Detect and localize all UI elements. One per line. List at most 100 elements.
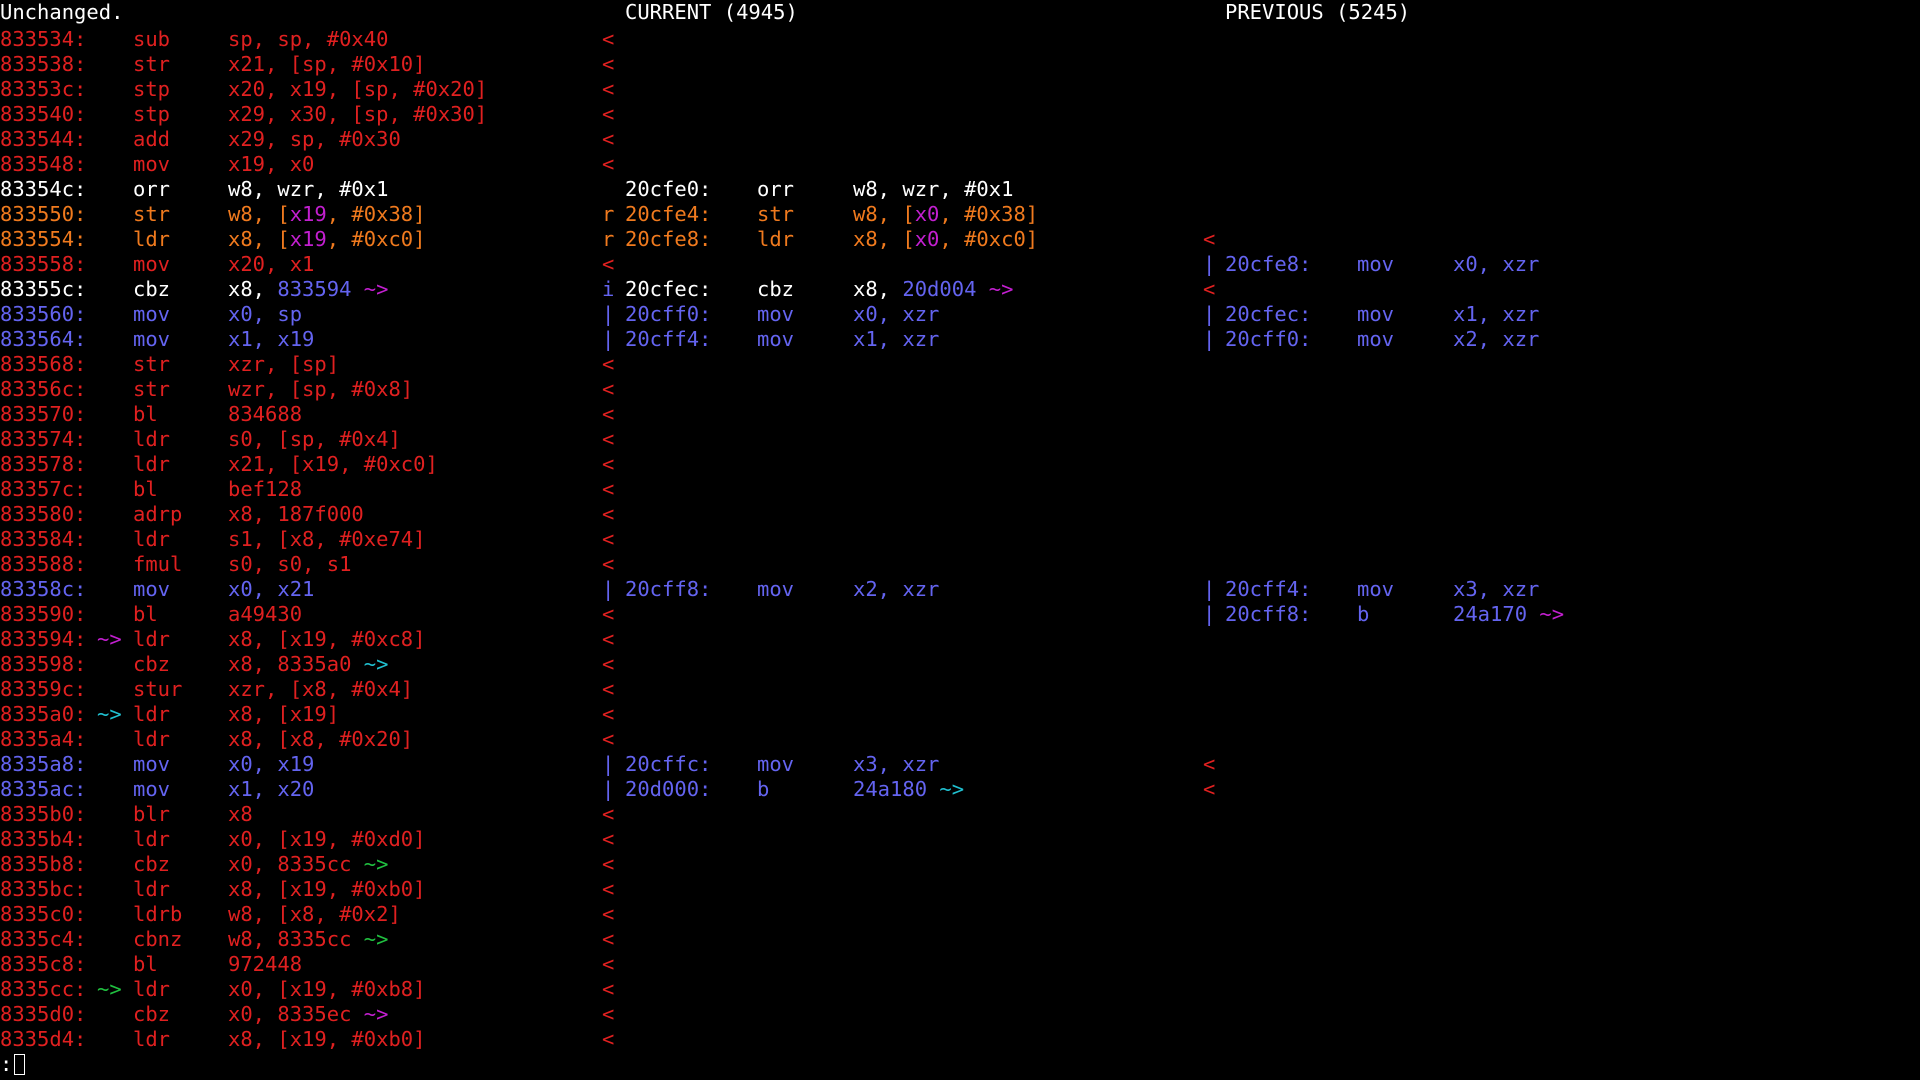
- operand-text: x0, xzr: [1453, 252, 1540, 276]
- current-diff-marker: <: [602, 627, 615, 651]
- operand-text: w8, 8335cc: [228, 927, 352, 951]
- original-instruction-address: 833578:: [0, 452, 87, 476]
- operand-highlight: ~>: [351, 277, 389, 301]
- diff-row: 8335bc: ldr x8, [x19, #0xb0] <: [0, 877, 1920, 902]
- current-diff-marker: i: [602, 277, 615, 301]
- original-instruction-mnemonic: stp: [133, 102, 171, 126]
- original-instruction-mnemonic: mov: [133, 152, 171, 176]
- original-instruction-mnemonic: mov: [133, 752, 171, 776]
- diff-row: 833588: fmul s0, s0, s1 <: [0, 552, 1920, 577]
- previous-instruction-operands: x3, xzr: [1453, 577, 1539, 602]
- current-diff-marker: <: [602, 402, 615, 426]
- operand-text: x20, x1: [228, 252, 315, 276]
- jump-target-arrow: ~>: [97, 627, 122, 651]
- operand-highlight: x19: [289, 202, 327, 226]
- jump-target-arrow: ~>: [97, 702, 122, 726]
- original-instruction-address: 833560:: [0, 302, 87, 326]
- original-instruction-mnemonic: add: [133, 127, 171, 151]
- operand-highlight: 20d004: [902, 277, 977, 301]
- operand-text: s0, [sp, #0x4]: [228, 427, 401, 451]
- previous-instruction-mnemonic: mov: [1357, 327, 1395, 351]
- operand-text: x21, [x19, #0xc0]: [228, 452, 438, 476]
- original-instruction-operands: x19, x0: [228, 152, 314, 177]
- previous-instruction-mnemonic: mov: [1357, 252, 1395, 276]
- original-instruction-mnemonic: ldr: [133, 427, 171, 451]
- previous-instruction-mnemonic: mov: [1357, 577, 1395, 601]
- current-diff-marker: |: [602, 302, 615, 326]
- original-instruction-mnemonic: stur: [133, 677, 183, 701]
- operand-text: x0, x21: [228, 577, 315, 601]
- operand-text: 972448: [228, 952, 303, 976]
- operand-text: x0, [x19, #0xd0]: [228, 827, 426, 851]
- original-instruction-mnemonic: cbz: [133, 277, 171, 301]
- original-instruction-operands: x8, [x19, #0xc8]: [228, 627, 425, 652]
- operand-text: w8, [: [228, 202, 290, 226]
- operand-text: 24a170: [1453, 602, 1528, 626]
- original-instruction-mnemonic: mov: [133, 327, 171, 351]
- original-instruction-address: 833588:: [0, 552, 87, 576]
- current-diff-marker: <: [602, 352, 615, 376]
- current-diff-marker: <: [602, 827, 615, 851]
- current-diff-marker: <: [602, 727, 615, 751]
- operand-text: x0, 8335ec: [228, 1002, 352, 1026]
- operand-highlight: ~>: [1527, 602, 1565, 626]
- current-diff-marker: <: [602, 527, 615, 551]
- previous-diff-marker: <: [1203, 277, 1216, 301]
- operand-text: , #0xc0]: [939, 227, 1039, 251]
- prompt-char: :: [0, 1052, 13, 1076]
- previous-instruction-address: 20cff0:: [1225, 327, 1312, 351]
- diff-row: 8335b4: ldr x0, [x19, #0xd0] <: [0, 827, 1920, 852]
- current-diff-marker: <: [602, 652, 615, 676]
- original-instruction-address: 8335a4:: [0, 727, 87, 751]
- original-instruction-operands: x1, x20: [228, 777, 314, 802]
- original-instruction-address: 8335c8:: [0, 952, 87, 976]
- operand-highlight: ~>: [351, 927, 389, 951]
- original-instruction-operands: x20, x1: [228, 252, 314, 277]
- operand-text: x8,: [853, 277, 903, 301]
- original-instruction-operands: x29, sp, #0x30: [228, 127, 401, 152]
- status-message: Unchanged.: [0, 0, 124, 24]
- original-instruction-mnemonic: ldr: [133, 452, 171, 476]
- previous-instruction-operands: x1, xzr: [1453, 302, 1539, 327]
- current-instruction-operands: x3, xzr: [853, 752, 939, 777]
- original-instruction-address: 8335cc:: [0, 977, 87, 1001]
- operand-text: x29, x30, [sp, #0x30]: [228, 102, 488, 126]
- current-instruction-mnemonic: mov: [757, 577, 795, 601]
- original-instruction-operands: xzr, [sp]: [228, 352, 339, 377]
- diff-row: 8335d0: cbz x0, 8335ec ~> <: [0, 1002, 1920, 1027]
- original-instruction-address: 833568:: [0, 352, 87, 376]
- original-instruction-address: 83354c:: [0, 177, 87, 201]
- original-instruction-mnemonic: fmul: [133, 552, 183, 576]
- diff-row: 833594: ~> ldr x8, [x19, #0xc8] <: [0, 627, 1920, 652]
- diff-row: 8335c4: cbnz w8, 8335cc ~> <: [0, 927, 1920, 952]
- diff-row: 833550: str w8, [x19, #0x38] r 20cfe4: str w8,…: [0, 202, 1920, 227]
- original-instruction-operands: 972448: [228, 952, 302, 977]
- original-instruction-address: 8335c0:: [0, 902, 87, 926]
- operand-text: wzr, [sp, #0x8]: [228, 377, 414, 401]
- current-instruction-operands: x8, 20d004 ~>: [853, 277, 1013, 302]
- current-column-header: CURRENT (4945): [625, 0, 798, 24]
- current-diff-marker: <: [602, 427, 615, 451]
- current-diff-marker: <: [602, 377, 615, 401]
- original-instruction-address: 833538:: [0, 52, 87, 76]
- original-instruction-address: 8335b8:: [0, 852, 87, 876]
- operand-text: x1, x20: [228, 777, 315, 801]
- original-instruction-address: 833584:: [0, 527, 87, 551]
- previous-instruction-operands: 24a170 ~>: [1453, 602, 1564, 627]
- current-instruction-operands: x1, xzr: [853, 327, 939, 352]
- diff-row: 8335ac: mov x1, x20 | 20d000: b 24a180 ~> <: [0, 777, 1920, 802]
- command-prompt[interactable]: :: [0, 1052, 26, 1077]
- original-instruction-mnemonic: str: [133, 377, 171, 401]
- operand-highlight: ~>: [351, 652, 389, 676]
- original-instruction-address: 833558:: [0, 252, 87, 276]
- current-diff-marker: |: [602, 327, 615, 351]
- diff-row: 83356c: str wzr, [sp, #0x8] <: [0, 377, 1920, 402]
- current-diff-marker: r: [602, 227, 615, 251]
- operand-highlight: ~>: [976, 277, 1014, 301]
- diff-row: 833538: str x21, [sp, #0x10] <: [0, 52, 1920, 77]
- original-instruction-mnemonic: cbz: [133, 652, 171, 676]
- previous-instruction-operands: x2, xzr: [1453, 327, 1539, 352]
- operand-text: x0, xzr: [853, 302, 940, 326]
- current-diff-marker: <: [602, 77, 615, 101]
- original-instruction-operands: x8, 8335a0 ~>: [228, 652, 388, 677]
